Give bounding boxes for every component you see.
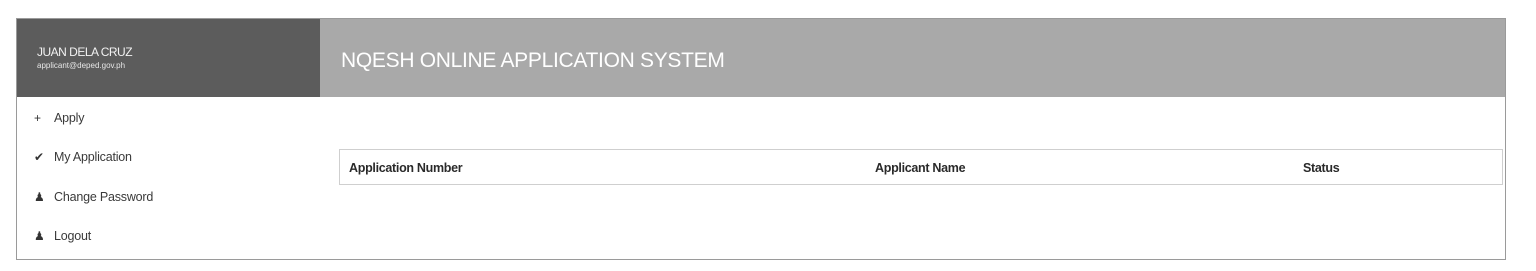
applications-table: Application Number Applicant Name Status xyxy=(339,149,1503,185)
column-header-application-number[interactable]: Application Number xyxy=(349,161,463,175)
sidebar-item-label: Logout xyxy=(54,229,92,243)
main-content: Application Number Applicant Name Status xyxy=(320,97,1505,259)
header-bar: NQESH ONLINE APPLICATION SYSTEM xyxy=(320,19,1505,97)
sidebar-item-label: Change Password xyxy=(54,190,154,204)
sidebar-item-apply[interactable]: + Apply xyxy=(34,109,84,127)
page-title: NQESH ONLINE APPLICATION SYSTEM xyxy=(341,49,725,72)
user-profile-panel: JUAN DELA CRUZ applicant@deped.gov.ph xyxy=(17,19,320,97)
column-header-status[interactable]: Status xyxy=(1303,161,1340,175)
app-window: JUAN DELA CRUZ applicant@deped.gov.ph NQ… xyxy=(16,18,1506,260)
checkmark-icon: ✔ xyxy=(34,150,44,164)
user-icon: ♟ xyxy=(34,229,45,243)
sidebar-item-logout[interactable]: ♟ Logout xyxy=(34,227,91,245)
user-email: applicant@deped.gov.ph xyxy=(37,61,126,70)
sidebar-item-label: My Application xyxy=(54,150,132,164)
sidebar-item-my-application[interactable]: ✔ My Application xyxy=(34,148,132,166)
plus-icon: + xyxy=(34,111,41,125)
sidebar-item-label: Apply xyxy=(54,111,85,125)
sidebar-item-change-password[interactable]: ♟ Change Password xyxy=(34,188,153,206)
sidebar-nav: + Apply ✔ My Application ♟ Change Passwo… xyxy=(17,97,320,259)
user-icon: ♟ xyxy=(34,190,45,204)
column-header-applicant-name[interactable]: Applicant Name xyxy=(875,161,966,175)
user-name: JUAN DELA CRUZ xyxy=(37,45,133,59)
